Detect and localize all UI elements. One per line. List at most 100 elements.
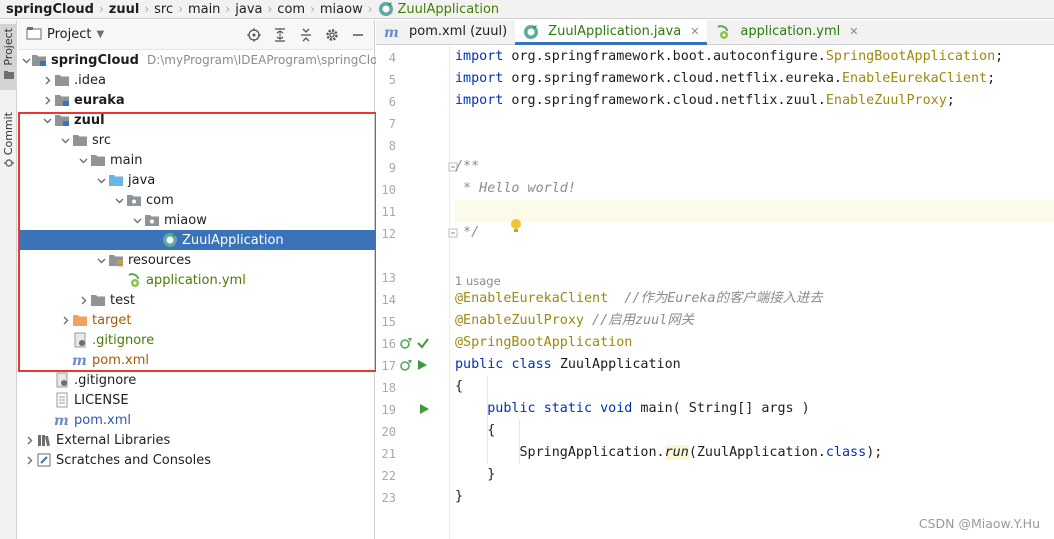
code-line-8: /** [455, 159, 480, 174]
tree-item[interactable]: zuul [18, 110, 375, 130]
code-line-16: public class ZuulApplication [455, 357, 681, 372]
code-line-17: { [455, 379, 464, 394]
tree-item[interactable]: springCloud D:\myProgram\IDEAProgram\spri… [18, 50, 385, 70]
source-folder-icon [108, 172, 124, 188]
fold-icon[interactable] [400, 156, 458, 178]
breadcrumb-item[interactable]: zuul [109, 2, 140, 17]
editor-tab[interactable]: ZuulApplication.java ✕ [515, 19, 708, 45]
tree-item[interactable]: resources [18, 250, 375, 270]
gear-icon[interactable] [324, 27, 340, 43]
tree-item-label: pom.xml [92, 352, 149, 368]
tree-item[interactable]: src [18, 130, 375, 150]
breadcrumb-separator-icon [144, 2, 149, 16]
tree-item-label: src [92, 132, 111, 148]
tree-item-label: springCloud [51, 52, 139, 68]
chevron-right-icon[interactable] [76, 290, 90, 310]
project-view-selector[interactable]: Project ▼ [26, 26, 104, 44]
tree-item[interactable]: test [18, 290, 375, 310]
code-line-6: import org.springframework.cloud.netflix… [455, 93, 955, 108]
breadcrumb-item[interactable]: java [235, 2, 262, 17]
editor-tab-label: pom.xml (zuul) [409, 24, 508, 39]
tree-item[interactable]: .gitignore [18, 330, 375, 350]
commit-tool-tab[interactable]: Commit [0, 112, 17, 184]
run-main-icon[interactable] [400, 398, 430, 420]
chevron-down-icon[interactable] [94, 170, 108, 190]
line-number: 9 [388, 161, 396, 175]
resources-folder-icon [108, 252, 124, 268]
editor-tab[interactable]: application.yml ✕ [707, 19, 866, 44]
minimize-icon[interactable] [350, 27, 366, 43]
tree-item-label: java [128, 172, 156, 188]
project-tool-tab[interactable]: Project [0, 24, 17, 90]
tree-item[interactable]: Scratches and Consoles [18, 450, 375, 470]
svg-text:m: m [72, 353, 87, 368]
chevron-down-icon[interactable] [22, 50, 31, 70]
editor-gutter: 4 5 6 7 8 9 10 11 12 13 14 15 16 17 18 19 20 21 22 23 [376, 46, 458, 539]
chevron-right-icon[interactable] [40, 90, 54, 110]
chevron-right-icon[interactable] [40, 70, 54, 90]
close-tab-icon[interactable]: ✕ [690, 25, 699, 38]
collapse-all-icon[interactable] [298, 27, 314, 43]
chevron-down-icon[interactable] [76, 150, 90, 170]
tree-item[interactable]: euraka [18, 90, 375, 110]
line-number: 7 [388, 117, 396, 131]
chevron-down-icon[interactable] [130, 210, 144, 230]
code-line-18: public static void main( String[] args ) [487, 401, 810, 416]
fold-icon[interactable] [400, 222, 458, 244]
chevron-down-icon[interactable] [58, 130, 72, 150]
tree-item[interactable]: com [18, 190, 375, 210]
chevron-down-icon[interactable] [112, 190, 126, 210]
chevron-down-icon[interactable] [94, 250, 108, 270]
tree-item[interactable]: application.yml [18, 270, 375, 290]
tree-item-label: miaow [164, 212, 207, 228]
tree-item[interactable]: main [18, 150, 375, 170]
breadcrumb-item[interactable]: src [154, 2, 173, 17]
locate-target-icon[interactable] [246, 27, 262, 43]
tree-item[interactable]: ZuulApplication [18, 230, 375, 250]
expand-all-icon[interactable] [272, 27, 288, 43]
chevron-right-icon[interactable] [22, 430, 36, 450]
watermark: CSDN @Miaow.Y.Hu [918, 516, 1040, 531]
tree-item[interactable]: .gitignore [18, 370, 375, 390]
tree-item[interactable]: java [18, 170, 375, 190]
breadcrumb-label: ZuulApplication [397, 1, 500, 17]
chevron-right-icon[interactable] [58, 310, 72, 330]
chevron-down-icon[interactable] [40, 110, 54, 130]
chevron-right-icon[interactable] [22, 450, 36, 470]
tree-item[interactable]: .idea [18, 70, 375, 90]
spring-class-icon [523, 24, 539, 40]
tree-item[interactable]: External Libraries [18, 430, 375, 450]
tree-item-label: target [92, 312, 132, 328]
module-folder-icon [31, 52, 47, 68]
line-number: 14 [381, 293, 396, 307]
lightbulb-icon[interactable] [461, 200, 522, 232]
tree-item-label: euraka [74, 92, 125, 108]
breadcrumb-item[interactable]: miaow [320, 2, 363, 17]
tree-item[interactable]: m pom.xml [18, 410, 375, 430]
breadcrumb-item[interactable]: springCloud [6, 2, 94, 17]
close-tab-icon[interactable]: ✕ [849, 25, 858, 38]
tree-item[interactable]: LICENSE [18, 390, 375, 410]
line-number: 4 [388, 51, 396, 65]
breadcrumb: springCloud zuulsrcmain javacom miaow ZuulAp… [0, 0, 1054, 19]
run-class-icon[interactable] [400, 354, 428, 376]
spring-bean-icon[interactable] [400, 332, 430, 354]
svg-text:m: m [54, 413, 69, 428]
tree-item-label: zuul [74, 112, 105, 128]
tree-item-label: External Libraries [56, 432, 171, 448]
editor-tab[interactable]: m pom.xml (zuul) [376, 19, 515, 44]
tree-item[interactable]: m pom.xml [18, 350, 375, 370]
breadcrumb-item[interactable]: main [188, 2, 220, 17]
project-panel: Project ▼ springCloud D:\myProgram\IDEAPr… [18, 20, 385, 539]
tree-item[interactable]: miaow [18, 210, 375, 230]
code-area[interactable]: import org.springframework.boot.autoconf… [455, 46, 1054, 539]
breadcrumb-separator-icon [368, 2, 373, 16]
line-number: 10 [381, 183, 396, 197]
yaml-file-icon [126, 272, 142, 288]
line-number: 19 [381, 403, 396, 417]
tree-item[interactable]: target [18, 310, 375, 330]
breadcrumb-item[interactable]: com [277, 2, 305, 17]
breadcrumb-item[interactable]: ZuulApplication [378, 1, 500, 17]
code-line-15: @SpringBootApplication [455, 335, 633, 350]
breadcrumb-label: zuul [108, 1, 140, 17]
